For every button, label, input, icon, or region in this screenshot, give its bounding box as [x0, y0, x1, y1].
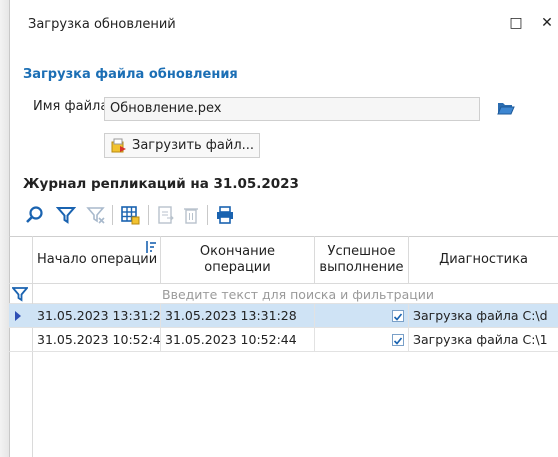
cell-diagnostics: Загрузка файла C:\d [413, 308, 548, 323]
column-header-success-label: Успешное выполнение [319, 243, 404, 275]
column-header-end[interactable]: Окончание операции [161, 236, 315, 284]
column-header-start-label: Начало операции [37, 251, 158, 267]
column-header-start[interactable]: Начало операции [33, 236, 161, 284]
column-header-diagnostics-label: Диагностика [439, 251, 528, 267]
toolbar-separator [148, 205, 149, 225]
current-row-icon [14, 310, 22, 326]
file-name-field[interactable]: Обновление.pex [104, 97, 480, 121]
cell-diagnostics: Загрузка файла C:\1 [413, 332, 548, 347]
delete-icon[interactable] [181, 205, 201, 225]
upload-section-title: Загрузка файла обновления [23, 67, 238, 82]
column-header-end-label: Окончание операции [199, 243, 276, 275]
sort-icon [145, 240, 157, 258]
cell-start: 31.05.2023 13:31:2 [33, 304, 161, 328]
maximize-button[interactable]: □ [505, 12, 527, 34]
search-icon[interactable] [25, 205, 45, 225]
filter-icon[interactable] [55, 205, 77, 225]
journal-title: Журнал репликаций на 31.05.2023 [23, 176, 299, 192]
load-file-icon [111, 138, 127, 158]
load-file-label: Загрузить файл... [132, 138, 255, 153]
close-button[interactable]: ✕ [536, 12, 558, 34]
cell-end: 31.05.2023 13:31:28 [161, 304, 315, 328]
cell-start: 31.05.2023 10:52:4 [33, 328, 161, 352]
print-icon[interactable] [215, 205, 235, 225]
toolbar-separator [112, 205, 113, 225]
clear-filter-icon[interactable] [86, 205, 106, 225]
row-filter-icon[interactable] [11, 286, 29, 306]
load-file-button[interactable]: Загрузить файл... [104, 133, 260, 158]
column-header-success[interactable]: Успешное выполнение [315, 236, 409, 284]
window-title: Загрузка обновлений [28, 17, 176, 32]
columns-icon[interactable] [120, 205, 140, 225]
file-name-label: Имя файла [33, 99, 109, 114]
column-header-diagnostics[interactable]: Диагностика [409, 236, 558, 284]
success-checkbox[interactable] [392, 334, 404, 346]
window-shadow [0, 0, 9, 457]
export-icon[interactable] [156, 205, 176, 225]
toolbar-separator [207, 205, 208, 225]
filter-placeholder[interactable]: Введите текст для поиска и фильтрации [162, 287, 434, 302]
folder-open-icon[interactable] [497, 100, 515, 116]
cell-end: 31.05.2023 10:52:44 [161, 328, 315, 352]
success-checkbox[interactable] [392, 310, 404, 322]
grid-corner [9, 236, 33, 284]
